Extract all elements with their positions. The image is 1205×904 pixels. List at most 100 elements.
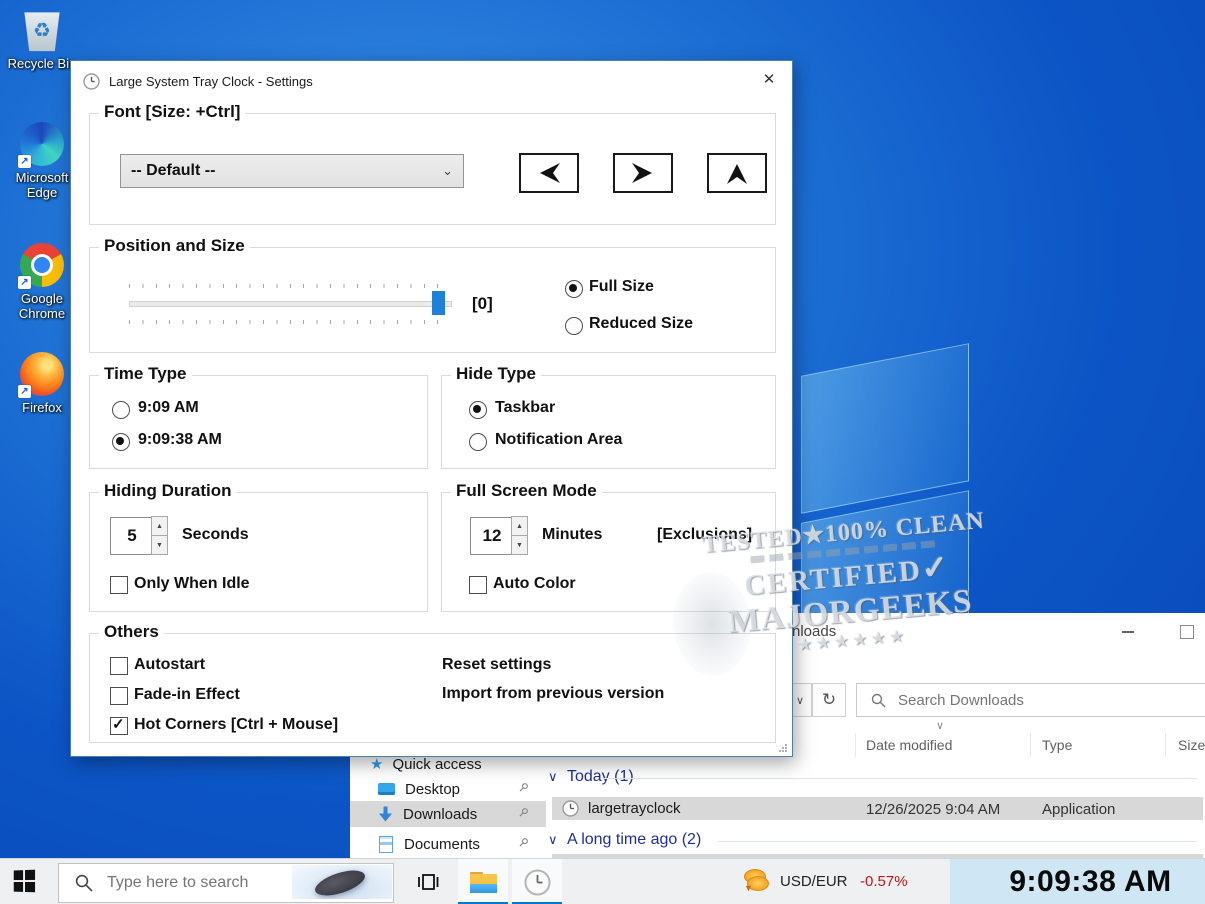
others-legend: Others — [99, 622, 164, 642]
checkbox-only-when-idle-label[interactable]: Only When Idle — [134, 575, 250, 593]
radio-taskbar[interactable] — [469, 401, 487, 419]
seconds-label: Seconds — [182, 526, 249, 544]
sort-chevron-icon: ∨ — [936, 719, 944, 732]
minutes-spinner-buttons: ▲ ▼ — [511, 516, 528, 554]
column-header-size[interactable]: Size — [1178, 737, 1205, 753]
radio-full-size[interactable] — [565, 280, 583, 298]
sidebar-item-documents[interactable]: Documents — [350, 831, 546, 857]
explorer-search-input[interactable] — [896, 691, 1205, 710]
taskbar-file-explorer-button[interactable] — [458, 859, 508, 904]
file-date-modified: 12/26/2025 9:04 AM — [866, 801, 1000, 818]
search-highlight-image[interactable] — [292, 865, 392, 899]
task-view-icon — [416, 870, 440, 894]
exclusions-link[interactable]: [Exclusions] — [657, 526, 752, 544]
documents-icon — [379, 836, 393, 853]
seconds-spinner-value[interactable]: 5 — [110, 517, 154, 555]
spin-down-button[interactable]: ▼ — [511, 535, 528, 555]
time-type-legend: Time Type — [99, 364, 192, 384]
slider-thumb[interactable] — [432, 291, 445, 315]
move-right-button[interactable] — [613, 153, 673, 193]
radio-taskbar-label[interactable]: Taskbar — [495, 399, 555, 417]
left-arrow-icon — [536, 162, 562, 184]
hide-type-group: Hide Type Taskbar Notification Area — [441, 375, 776, 469]
checkbox-autostart-label[interactable]: Autostart — [134, 656, 205, 674]
radio-notification-area[interactable] — [469, 433, 487, 451]
group-header-long-time-ago[interactable]: ∨ A long time ago (2) — [548, 831, 701, 849]
explorer-search-box[interactable] — [856, 683, 1205, 717]
spin-up-button[interactable]: ▲ — [511, 516, 528, 536]
recycle-bin-icon: ♻ — [22, 8, 62, 52]
refresh-button[interactable]: ↻ — [812, 683, 846, 717]
font-combobox[interactable]: -- Default -- ⌄ — [120, 154, 464, 188]
move-up-button[interactable] — [707, 153, 767, 193]
spin-up-icon: ▲ — [516, 523, 523, 530]
taskbar-search-box[interactable] — [58, 863, 394, 903]
radio-full-size-label[interactable]: Full Size — [589, 278, 654, 296]
dialog-title-bar[interactable]: Large System Tray Clock - Settings — [71, 61, 792, 101]
radio-notification-area-label[interactable]: Notification Area — [495, 431, 622, 449]
checkbox-auto-color[interactable] — [469, 576, 487, 594]
spin-up-button[interactable]: ▲ — [151, 516, 168, 536]
radio-time-long-label[interactable]: 9:09:38 AM — [138, 431, 222, 449]
taskbar-clock-app-button[interactable] — [512, 859, 562, 904]
start-icon — [25, 882, 35, 892]
move-left-button[interactable] — [519, 153, 579, 193]
tray-clock-panel[interactable]: 9:09:38 AM — [950, 859, 1205, 904]
column-separator[interactable] — [855, 733, 856, 757]
resize-grip[interactable] — [778, 743, 788, 753]
checkbox-hot-corners[interactable] — [110, 717, 128, 735]
column-separator[interactable] — [1165, 733, 1166, 757]
import-previous-version-link[interactable]: Import from previous version — [442, 685, 664, 703]
currency-ticker-icon[interactable]: ▼ — [742, 867, 770, 897]
checkbox-auto-color-label[interactable]: Auto Color — [493, 575, 576, 593]
checkbox-fade-in-effect-label[interactable]: Fade-in Effect — [134, 686, 240, 704]
file-type: Application — [1042, 801, 1115, 818]
reset-settings-link[interactable]: Reset settings — [442, 656, 551, 674]
spin-down-button[interactable]: ▼ — [151, 535, 168, 555]
maximize-button[interactable] — [1180, 625, 1194, 639]
ticker-change[interactable]: -0.57% — [860, 873, 908, 890]
chevron-down-icon: ∨ — [548, 769, 558, 784]
minutes-label: Minutes — [542, 526, 602, 544]
minimize-button[interactable] — [1122, 631, 1134, 633]
position-slider[interactable] — [129, 284, 452, 324]
spin-down-icon: ▼ — [516, 542, 523, 549]
position-size-group: Position and Size [0] Full Size Reduced … — [89, 247, 776, 353]
pin-icon — [518, 782, 529, 793]
column-separator[interactable] — [1030, 733, 1031, 757]
screen: ♻ Recycle Bin ↗ Microsoft Edge ↗ Google … — [0, 0, 1205, 904]
up-arrow-icon — [726, 160, 748, 186]
group-header-today[interactable]: ∨ Today (1) — [548, 768, 634, 786]
column-header-type[interactable]: Type — [1042, 737, 1072, 753]
checkbox-fade-in-effect[interactable] — [110, 687, 128, 705]
radio-reduced-size-label[interactable]: Reduced Size — [589, 315, 693, 333]
sidebar-item-desktop[interactable]: Desktop — [350, 776, 546, 802]
time-type-group: Time Type 9:09 AM 9:09:38 AM — [89, 375, 428, 469]
column-header-date-modified[interactable]: Date modified — [866, 737, 952, 753]
minutes-spinner-value[interactable]: 12 — [470, 517, 514, 555]
start-button[interactable] — [14, 870, 39, 895]
checkbox-autostart[interactable] — [110, 657, 128, 675]
shortcut-arrow-icon: ↗ — [18, 276, 31, 289]
sidebar-item-label: Quick access — [392, 756, 481, 773]
radio-time-short-label[interactable]: 9:09 AM — [138, 399, 199, 417]
slider-ticks-top — [129, 284, 446, 288]
ticker-pair[interactable]: USD/EUR — [780, 873, 848, 890]
position-size-legend: Position and Size — [99, 236, 250, 256]
desktop-icon-label: Microsoft Edge — [6, 170, 78, 200]
hide-type-legend: Hide Type — [451, 364, 541, 384]
checkbox-hot-corners-label[interactable]: Hot Corners [Ctrl + Mouse] — [134, 716, 338, 734]
close-button[interactable]: ✕ — [754, 67, 784, 93]
radio-time-long[interactable] — [112, 433, 130, 451]
group-header-label: Today (1) — [567, 768, 634, 785]
clock-app-icon — [524, 869, 551, 896]
start-icon — [14, 882, 23, 892]
slider-track[interactable] — [129, 301, 452, 307]
start-icon — [14, 870, 23, 880]
checkbox-only-when-idle[interactable] — [110, 576, 128, 594]
task-view-button[interactable] — [406, 859, 450, 904]
radio-reduced-size[interactable] — [565, 317, 583, 335]
radio-time-short[interactable] — [112, 401, 130, 419]
sidebar-item-downloads[interactable]: Downloads — [350, 801, 546, 827]
ticker-down-arrow-icon: ▼ — [744, 883, 753, 893]
